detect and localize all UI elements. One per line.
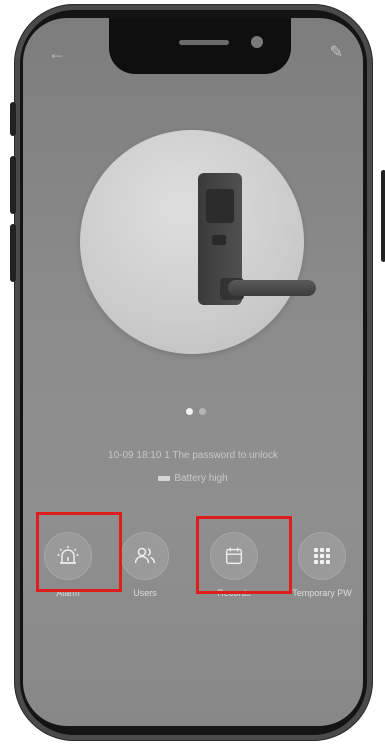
lock-handle — [228, 280, 316, 296]
mute-switch — [10, 102, 16, 136]
front-camera — [251, 36, 263, 48]
lock-illustration — [80, 130, 316, 354]
notch — [109, 18, 291, 74]
page-dot — [199, 408, 206, 415]
page-indicator — [186, 408, 206, 415]
volume-down-button — [10, 224, 16, 282]
records-highlight-box — [196, 516, 292, 594]
back-arrow-icon[interactable]: ← — [48, 44, 66, 62]
last-unlock-record: 10-09 18:10 1 The password to unlock — [108, 450, 278, 461]
grid-icon — [298, 532, 346, 580]
lock-sensor — [212, 235, 226, 245]
page-dot-active — [186, 408, 193, 415]
lock-keypad — [206, 189, 234, 223]
temporary-pw-label: Temporary PW — [292, 588, 352, 598]
power-button — [381, 170, 385, 262]
users-icon — [121, 532, 169, 580]
edit-icon[interactable]: ✎ — [330, 42, 343, 62]
volume-up-button — [10, 156, 16, 214]
speaker — [179, 40, 229, 45]
battery-icon — [158, 475, 171, 481]
battery-status: Battery high — [23, 473, 363, 484]
alarm-highlight-box — [36, 512, 122, 592]
battery-label: Battery high — [174, 473, 228, 484]
app-screen: ← ✎ 10-09 18:10 1 The password to unlock… — [23, 18, 363, 726]
temporary-pw-button[interactable]: Temporary PW — [287, 532, 357, 598]
